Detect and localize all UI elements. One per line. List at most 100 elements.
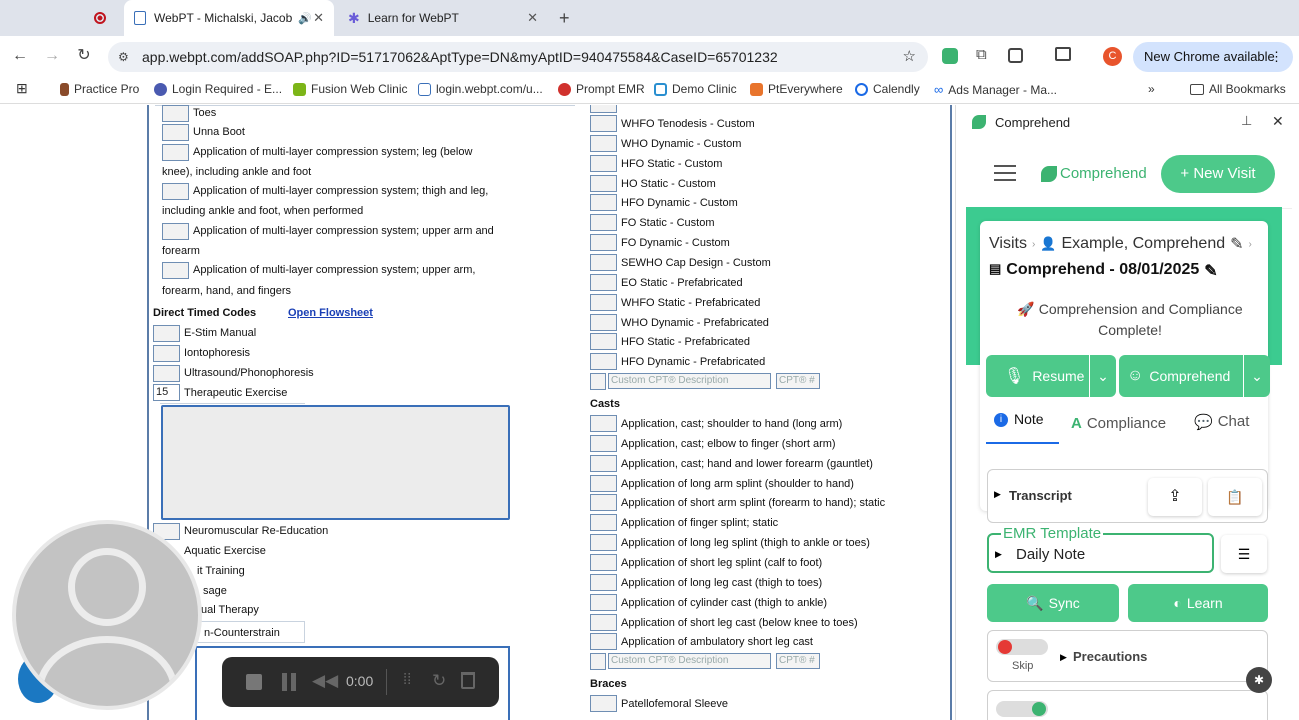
next-section[interactable]: [987, 690, 1268, 720]
checkbox-orthotic-3[interactable]: [590, 174, 617, 192]
checkbox-compression-leg[interactable]: [162, 144, 189, 161]
upload-icon[interactable]: ⇪: [1148, 478, 1202, 516]
skip-toggle[interactable]: [996, 639, 1048, 655]
checkbox-cast-1[interactable]: [590, 434, 617, 452]
therapeutic-exercise-notes-textarea[interactable]: [161, 405, 510, 520]
therapeutic-exercise-minutes[interactable]: 15: [153, 384, 180, 401]
template-settings-icon[interactable]: ☰: [1221, 535, 1267, 573]
apps-grid-icon[interactable]: ⊞: [16, 80, 28, 97]
custom-cpt-input[interactable]: CPT® #: [776, 373, 820, 389]
checkbox-orthotic-1[interactable]: [590, 134, 617, 152]
checkbox-hidden-row[interactable]: [590, 105, 617, 113]
chevron-down-icon[interactable]: ⌄: [1243, 355, 1270, 397]
edit-icon[interactable]: ✎: [1204, 261, 1217, 281]
all-bookmarks[interactable]: All Bookmarks: [1190, 82, 1286, 96]
hamburger-menu-icon[interactable]: [994, 165, 1016, 181]
checkbox-orthotic-9[interactable]: [590, 293, 617, 311]
site-info-icon[interactable]: ⚙: [118, 42, 129, 72]
checkbox-orthotic-0[interactable]: [590, 115, 617, 132]
visits-link[interactable]: Visits: [989, 235, 1027, 253]
checkbox-toes[interactable]: [162, 105, 189, 122]
bookmark-ads-manager[interactable]: ∞ Ads Manager - Ma...: [934, 82, 1057, 97]
edit-icon[interactable]: ✎: [1230, 234, 1243, 254]
checkbox-cast-11[interactable]: [590, 633, 617, 651]
bug-report-icon[interactable]: ✱: [1246, 667, 1272, 693]
pause-icon[interactable]: [282, 673, 296, 691]
new-visit-button[interactable]: + New Visit: [1161, 155, 1275, 193]
record-indicator-icon[interactable]: [94, 12, 106, 24]
bookmark-pteverywhere[interactable]: PtEverywhere: [750, 82, 843, 96]
checkbox-orthotic-10[interactable]: [590, 313, 617, 331]
sync-button[interactable]: 🔍 Sync: [987, 584, 1119, 622]
checkbox-orthotic-2[interactable]: [590, 154, 617, 172]
address-bar[interactable]: ⚙ app.webpt.com/addSOAP.php?ID=51717062&…: [108, 42, 928, 72]
clipboard-icon[interactable]: 📋: [1208, 478, 1262, 516]
drag-handle-icon[interactable]: ⁞⁞: [403, 671, 411, 688]
pin-icon[interactable]: ⊥: [1241, 113, 1252, 129]
tab-compliance[interactable]: A Compliance: [1071, 415, 1166, 432]
tab-webpt[interactable]: WebPT - Michalski, Jacob 🔊 ✕: [124, 0, 334, 36]
stop-icon[interactable]: [246, 674, 262, 690]
restart-icon[interactable]: ↻: [432, 671, 446, 691]
bookmark-login-webpt[interactable]: login.webpt.com/u...: [418, 82, 543, 96]
bookmark-practice-pro[interactable]: Practice Pro: [60, 82, 139, 96]
rewind-icon[interactable]: ◀◀: [312, 671, 338, 691]
bookmark-star-icon[interactable]: ☆: [903, 42, 916, 72]
open-flowsheet-link[interactable]: Open Flowsheet: [288, 307, 373, 319]
profile-avatar[interactable]: C: [1103, 47, 1122, 66]
tab-learn[interactable]: ✱ Learn for WebPT ✕: [338, 0, 548, 36]
transcript-section[interactable]: ▶ Transcript ⇪ 📋: [987, 469, 1268, 523]
checkbox-cast-0[interactable]: [590, 415, 617, 432]
tab-note[interactable]: i Note: [986, 411, 1059, 444]
checkbox-orthotic-8[interactable]: [590, 273, 617, 291]
forward-icon[interactable]: →: [41, 45, 63, 67]
close-tab-icon[interactable]: ✕: [313, 10, 324, 26]
checkbox-iontophoresis[interactable]: [153, 345, 180, 362]
tab-chat[interactable]: 💬 Chat: [1194, 413, 1249, 431]
patient-name[interactable]: Example, Comprehend: [1061, 235, 1225, 253]
learn-button[interactable]: ◐ Learn: [1128, 584, 1268, 622]
reload-icon[interactable]: ↻: [73, 45, 95, 67]
checkbox-custom-orthotic[interactable]: [590, 373, 606, 390]
checkbox-cast-4[interactable]: [590, 494, 617, 512]
back-icon[interactable]: ←: [9, 45, 31, 67]
bookmark-login-required[interactable]: Login Required - E...: [154, 82, 282, 96]
checkbox-compression-hand[interactable]: [162, 262, 189, 279]
webcam-avatar[interactable]: [12, 520, 202, 710]
emr-template-select[interactable]: EMR Template ▶ Daily Note: [987, 525, 1214, 573]
custom-cpt-input[interactable]: CPT® #: [776, 653, 820, 669]
bookmark-calendly[interactable]: Calendly: [855, 82, 920, 96]
checkbox-cast-8[interactable]: [590, 573, 617, 591]
checkbox-cast-10[interactable]: [590, 613, 617, 631]
checkbox-orthotic-7[interactable]: [590, 253, 617, 271]
tab-search-icon[interactable]: [1055, 47, 1071, 61]
checkbox-orthotic-12[interactable]: [590, 353, 617, 371]
checkbox-orthotic-11[interactable]: [590, 333, 617, 351]
checkbox-patellofemoral[interactable]: [590, 695, 617, 712]
custom-description-input[interactable]: Custom CPT® Description: [608, 373, 771, 389]
comprehend-button[interactable]: ☺ Comprehend ⌄: [1119, 355, 1270, 397]
new-chrome-button[interactable]: New Chrome available ⋮: [1133, 42, 1293, 72]
close-panel-icon[interactable]: ✕: [1272, 113, 1284, 130]
bookmark-prompt-emr[interactable]: Prompt EMR: [558, 82, 645, 96]
checkbox-orthotic-6[interactable]: [590, 234, 617, 252]
custom-description-input[interactable]: Custom CPT® Description: [608, 653, 771, 669]
speaker-icon[interactable]: 🔊: [298, 12, 312, 25]
checkbox-cast-5[interactable]: [590, 514, 617, 532]
checkbox-cast-7[interactable]: [590, 553, 617, 571]
new-tab-icon[interactable]: +: [559, 8, 570, 29]
precautions-section[interactable]: Skip ▶ Precautions: [987, 630, 1268, 682]
checkbox-compression-upper-arm[interactable]: [162, 223, 189, 240]
chevron-down-icon[interactable]: ⌄: [1089, 355, 1116, 397]
trash-icon[interactable]: [461, 672, 475, 689]
checkbox-ultrasound[interactable]: [153, 365, 180, 382]
checkbox-custom-cast[interactable]: [590, 653, 606, 670]
checkbox-cast-3[interactable]: [590, 474, 617, 492]
extension-icon[interactable]: [942, 48, 958, 64]
checkbox-cast-6[interactable]: [590, 534, 617, 552]
bookmark-demo-clinic[interactable]: Demo Clinic: [654, 82, 737, 96]
checkbox-cast-9[interactable]: [590, 593, 617, 611]
checkbox-orthotic-4[interactable]: [590, 194, 617, 212]
bookmark-fusion[interactable]: Fusion Web Clinic: [293, 82, 407, 96]
checkbox-estim-manual[interactable]: [153, 325, 180, 342]
